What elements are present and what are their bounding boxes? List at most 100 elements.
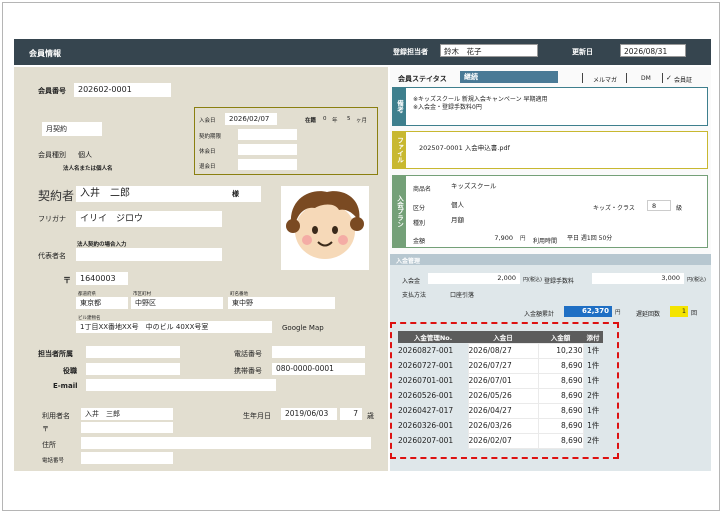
mailmag-checkbox[interactable]: メルマガ	[593, 75, 617, 84]
payment-id: 20260827-001	[398, 346, 454, 355]
late-count-unit: 回	[691, 310, 698, 317]
status-badge[interactable]: 継続	[460, 71, 558, 83]
payment-attachments[interactable]: 2件	[583, 433, 603, 448]
updated-date-field[interactable]: 2026/08/31	[620, 44, 686, 57]
payment-date[interactable]: 2026/05/26	[467, 387, 539, 404]
payment-method-label: 支払方法	[402, 292, 427, 299]
google-map-link[interactable]: Google Map	[282, 324, 324, 332]
user-name-field[interactable]: 入井 三郎	[81, 408, 173, 420]
kind-label: 種別	[413, 220, 426, 227]
payment-date[interactable]: 2026/02/07	[467, 432, 539, 449]
leave-field[interactable]	[238, 159, 297, 170]
table-row[interactable]: 20260827-001 2026/08/27 10,230 1件	[398, 342, 603, 359]
payment-attachments[interactable]: 1件	[583, 358, 603, 373]
dm-checkbox[interactable]: DM	[641, 75, 651, 82]
entry-fee-label: 入会金	[402, 278, 421, 285]
category-field[interactable]: 個人	[447, 200, 539, 211]
product-field[interactable]: キッズスクール	[447, 181, 539, 192]
total-label: 入金額累計	[524, 311, 555, 318]
age-field[interactable]: 7	[340, 408, 362, 420]
price-field[interactable]: 7,900	[447, 233, 517, 244]
payment-attachments[interactable]: 1件	[583, 373, 603, 388]
entry-fee-field[interactable]: 2,000	[428, 273, 520, 284]
payment-attachments[interactable]: 1件	[583, 418, 603, 433]
price-label: 金額	[413, 238, 426, 245]
table-row[interactable]: 20260526-001 2026/05/26 8,690 2件	[398, 387, 603, 404]
payment-attachments[interactable]: 1件	[583, 343, 603, 358]
furigana-field[interactable]: イリイ ジロウ	[76, 211, 222, 227]
leave-label: 退会日	[199, 164, 216, 170]
pause-field[interactable]	[238, 144, 297, 155]
user-name-label: 利用者名	[42, 412, 70, 420]
payment-id: 20260207-001	[398, 436, 454, 445]
user-postal-field[interactable]	[81, 422, 173, 433]
payment-amount[interactable]: 8,690	[537, 387, 584, 404]
class-field[interactable]: 8	[647, 200, 671, 211]
attached-file-link[interactable]: 202507-0001 入会申込書.pdf	[419, 142, 510, 152]
representative-field[interactable]	[76, 248, 222, 261]
kind-field[interactable]: 月額	[447, 215, 539, 226]
postal-code-field[interactable]: 1640003	[76, 272, 128, 285]
table-header-row: 入金管理No. 入金日 入金額 添付	[398, 331, 603, 343]
payment-date[interactable]: 2026/04/27	[467, 402, 539, 419]
memo-line-2: ※入会金・登録手数料0円	[413, 104, 482, 111]
file-panel: ファイル 202507-0001 入会申込書.pdf	[392, 131, 708, 169]
user-address-field[interactable]	[81, 437, 371, 449]
payment-amount[interactable]: 10,230	[537, 342, 584, 359]
memo-panel: 備考 ※キッズスクール 新規入会キャンペーン 早期適用 ※入会金・登録手数料0円	[392, 87, 708, 126]
payment-date[interactable]: 2026/07/01	[467, 372, 539, 389]
payment-amount[interactable]: 8,690	[537, 357, 584, 374]
member-type-value: 個人	[78, 151, 92, 159]
email-field[interactable]	[86, 379, 276, 391]
reg-fee-field[interactable]: 3,000	[592, 273, 684, 284]
payment-amount[interactable]: 8,690	[537, 402, 584, 419]
payment-id: 20260427-017	[398, 406, 454, 415]
pref-field[interactable]: 東京都	[76, 297, 128, 309]
phone-field[interactable]	[272, 346, 365, 358]
enrollment-box: 入会日 2026/02/07 在籍 0 年 5 ヶ月 契約期限 休会日 退会日	[194, 107, 378, 175]
avatar	[281, 186, 369, 270]
class-label: キッズ・クラス	[593, 205, 635, 212]
payment-amount[interactable]: 8,690	[537, 417, 584, 434]
payment-attachments[interactable]: 2件	[583, 388, 603, 403]
time-field[interactable]: 平日 週1回 50分	[563, 233, 655, 244]
contractor-field[interactable]: 入井 二郎 様	[76, 186, 261, 202]
staff-field[interactable]: 鈴木 花子	[440, 44, 538, 57]
dept-field[interactable]	[86, 346, 180, 358]
town-field[interactable]: 東中野	[228, 297, 335, 309]
payment-method-value: 口座引落	[450, 292, 475, 299]
payment-id: 20260326-001	[398, 421, 454, 430]
join-date-label: 入会日	[199, 118, 216, 124]
job-title-label: 役職	[63, 367, 77, 375]
payment-section: 入金管理 入会金 2,000 円(税込) 登録手数料 3,000 円(税込) 支…	[390, 254, 711, 471]
birthdate-field[interactable]: 2019/06/03	[281, 408, 337, 420]
user-phone-field[interactable]	[81, 452, 173, 464]
payment-amount[interactable]: 8,690	[537, 432, 584, 449]
contract-type-field[interactable]: 月契約	[42, 122, 102, 136]
payment-date[interactable]: 2026/07/27	[467, 357, 539, 374]
months-unit: ヶ月	[356, 118, 368, 124]
city-field[interactable]: 中野区	[131, 297, 223, 309]
mobile-field[interactable]: 080-0000-0001	[272, 363, 365, 375]
payment-date[interactable]: 2026/08/27	[467, 342, 539, 359]
payment-attachments[interactable]: 1件	[583, 403, 603, 418]
member-card-checkbox[interactable]: 会員証	[674, 75, 692, 84]
table-row[interactable]: 20260207-001 2026/02/07 8,690 2件	[398, 432, 603, 449]
table-row[interactable]: 20260427-017 2026/04/27 8,690 1件	[398, 402, 603, 419]
table-row[interactable]: 20260727-001 2026/07/27 8,690 1件	[398, 357, 603, 374]
table-row[interactable]: 20260701-001 2026/07/01 8,690 1件	[398, 372, 603, 389]
table-row[interactable]: 20260326-001 2026/03/26 8,690 1件	[398, 417, 603, 434]
job-title-field[interactable]	[86, 363, 180, 375]
file-tab: ファイル	[393, 132, 406, 168]
member-number-field[interactable]: 202602-0001	[74, 83, 171, 97]
payment-id: 20260701-001	[398, 376, 454, 385]
building-field[interactable]: 1丁目XX番地XX号 中のビル 40XX号室	[76, 321, 272, 333]
checkmark-icon[interactable]: ✓	[666, 74, 672, 82]
join-date-field[interactable]: 2026/02/07	[225, 113, 277, 125]
payment-amount[interactable]: 8,690	[537, 372, 584, 389]
user-address-label: 住所	[42, 441, 56, 449]
term-field[interactable]	[238, 129, 297, 140]
payment-date[interactable]: 2026/03/26	[467, 417, 539, 434]
payment-id: 20260526-001	[398, 391, 454, 400]
payment-header: 入金管理	[390, 254, 711, 265]
